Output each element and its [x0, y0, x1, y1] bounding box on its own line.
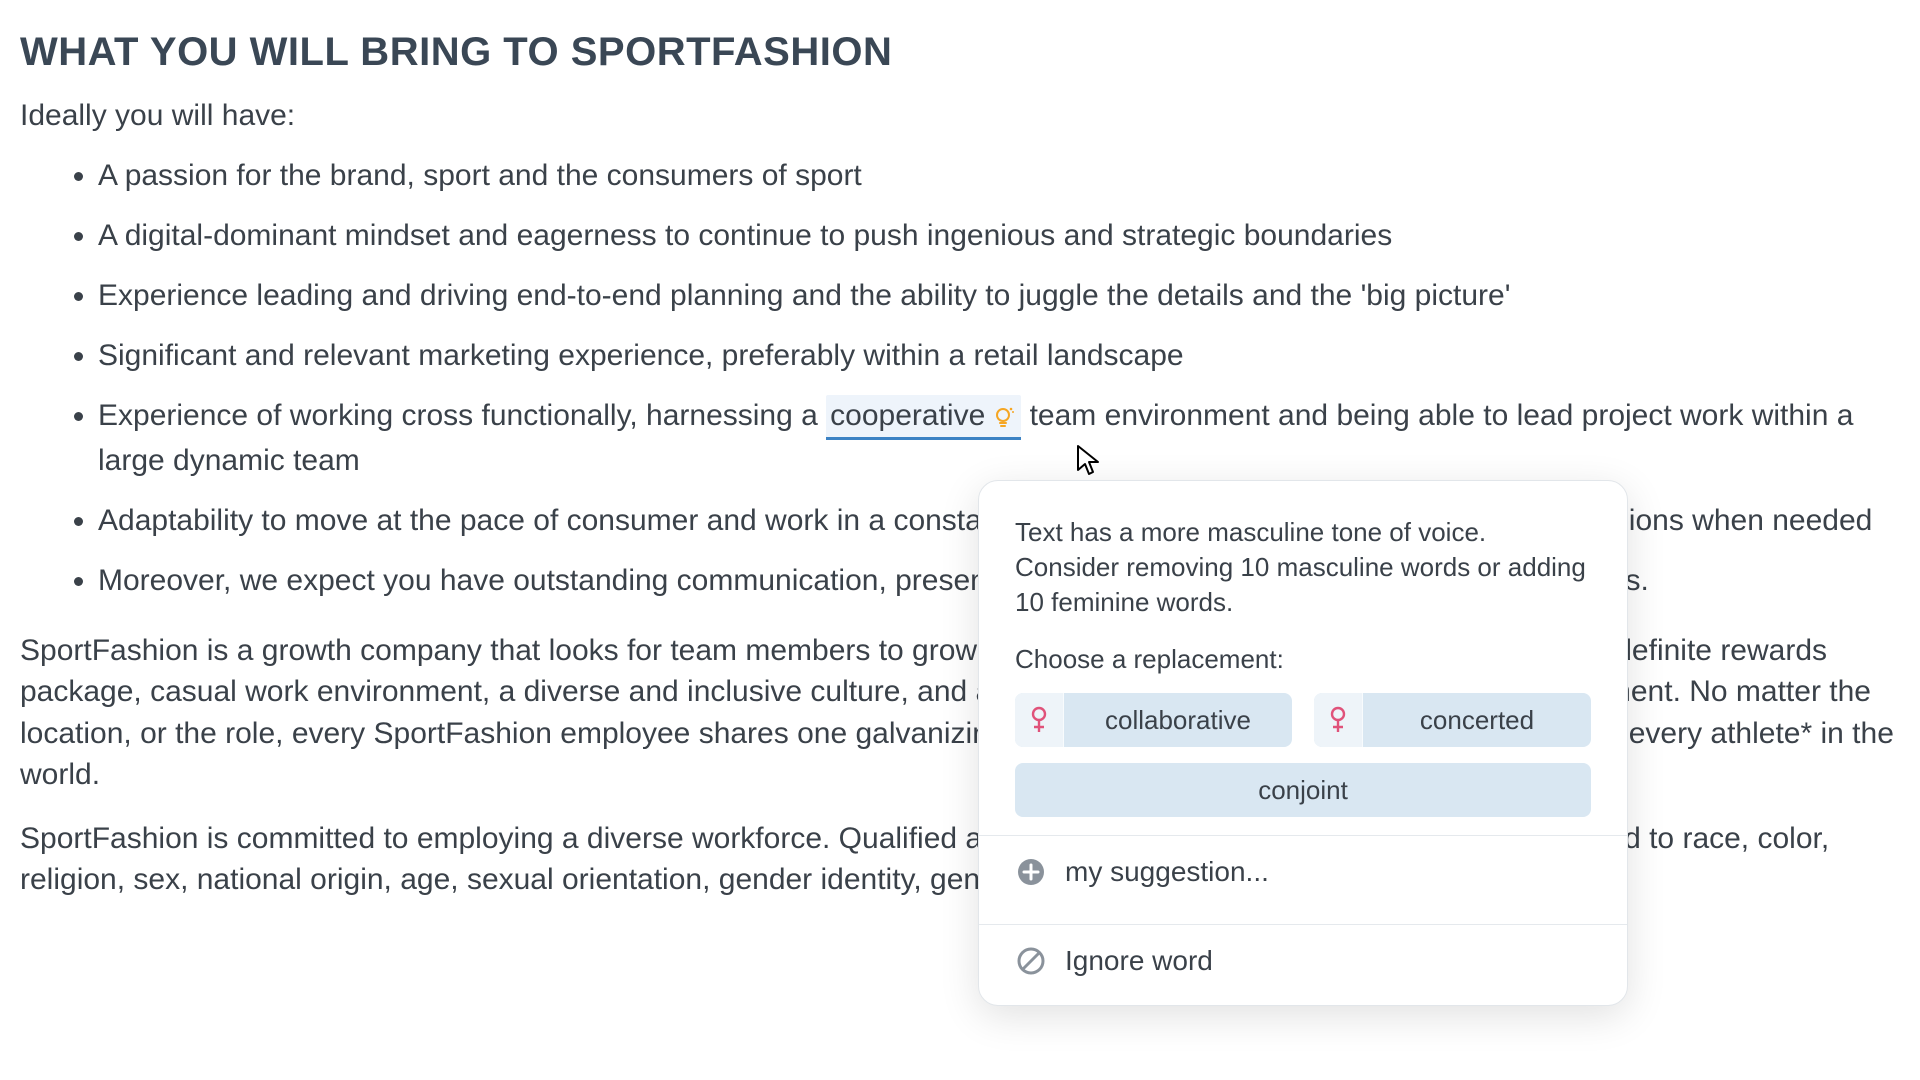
suggestion-row: collaborative concerted [1015, 693, 1591, 747]
section-heading: WHAT YOU WILL BRING TO SPORTFASHION [20, 30, 1900, 75]
lightbulb-icon [989, 403, 1017, 431]
my-suggestion-button[interactable]: my suggestion... [1015, 836, 1591, 906]
female-icon [1314, 693, 1363, 747]
suggestion-label: concerted [1363, 705, 1591, 736]
choose-replacement-label: Choose a replacement: [1015, 644, 1591, 675]
ignore-word-button[interactable]: Ignore word [1015, 925, 1591, 985]
list-item: Experience of working cross functionally… [98, 395, 1900, 482]
suggestion-chip-collaborative[interactable]: collaborative [1015, 693, 1292, 747]
list-item: Experience leading and driving end-to-en… [98, 275, 1900, 317]
suggestion-row: conjoint [1015, 763, 1591, 817]
suggestion-chip-conjoint[interactable]: conjoint [1015, 763, 1591, 817]
ignore-icon [1015, 945, 1047, 977]
ignore-word-label: Ignore word [1065, 945, 1213, 977]
list-item: Significant and relevant marketing exper… [98, 335, 1900, 377]
suggestion-popover: Text has a more masculine tone of voice.… [978, 480, 1628, 1006]
intro-line: Ideally you will have: [20, 99, 1900, 133]
list-item: A digital-dominant mindset and eagerness… [98, 215, 1900, 257]
list-item: A passion for the brand, sport and the c… [98, 155, 1900, 197]
female-icon [1015, 693, 1064, 747]
text-fragment: Experience of working cross functionally… [98, 399, 826, 432]
flagged-word-cooperative[interactable]: cooperative [826, 395, 1021, 440]
suggestion-label: collaborative [1064, 705, 1292, 736]
document-page: WHAT YOU WILL BRING TO SPORTFASHION Idea… [0, 0, 1920, 942]
flagged-word-text: cooperative [830, 399, 985, 432]
suggestion-label: conjoint [1015, 775, 1591, 806]
suggestion-chip-concerted[interactable]: concerted [1314, 693, 1591, 747]
plus-circle-icon [1015, 856, 1047, 888]
my-suggestion-label: my suggestion... [1065, 856, 1269, 888]
tone-advice-text: Text has a more masculine tone of voice.… [1015, 515, 1591, 620]
